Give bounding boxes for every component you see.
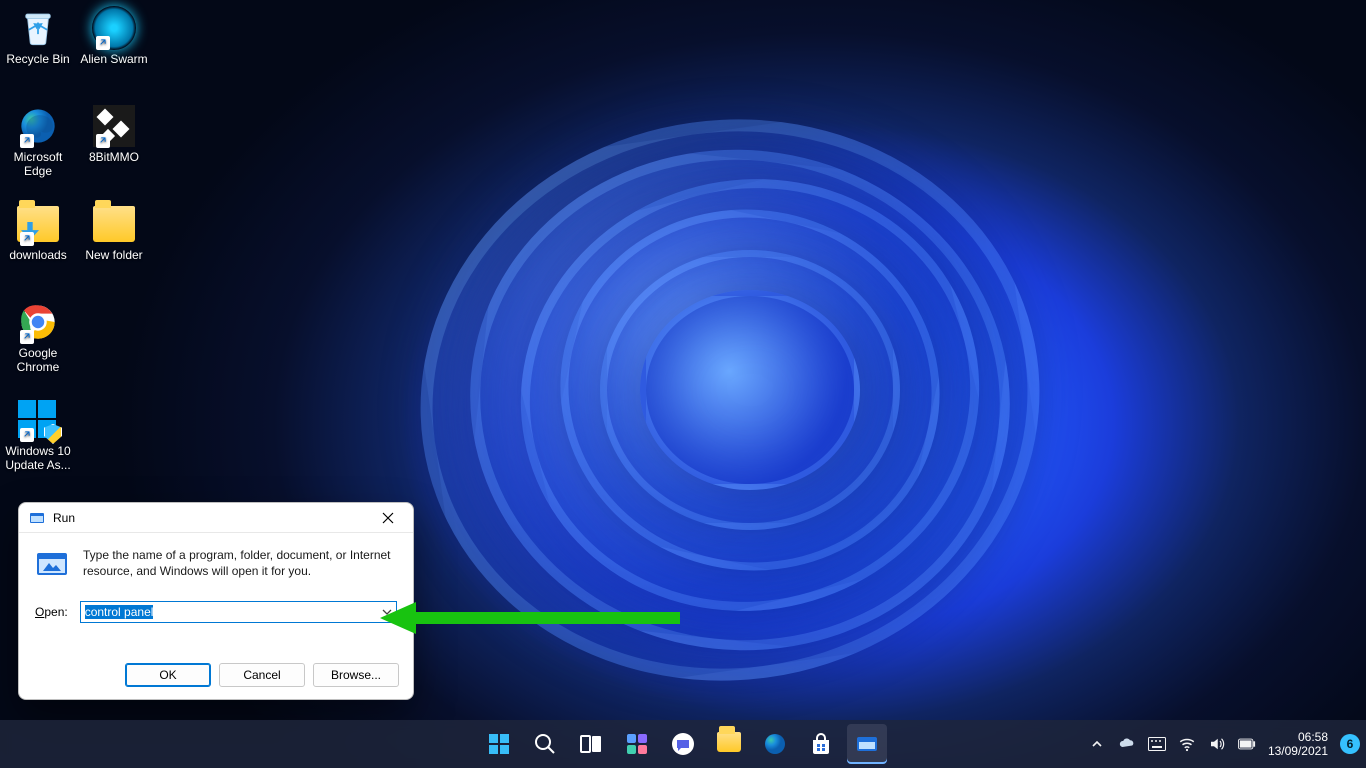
desktop-icon-label: Microsoft Edge xyxy=(0,150,76,178)
widgets-button[interactable] xyxy=(617,724,657,764)
desktop-icon-alien-swarm[interactable]: Alien Swarm xyxy=(76,6,152,66)
desktop-icon-recycle-bin[interactable]: Recycle Bin xyxy=(0,6,76,66)
windows-logo-icon xyxy=(487,732,511,756)
desktop-icon-ms-edge[interactable]: Microsoft Edge xyxy=(0,104,76,178)
run-taskbar-button[interactable] xyxy=(847,724,887,764)
browse-button[interactable]: Browse... xyxy=(313,663,399,687)
chat-icon xyxy=(671,732,695,756)
wallpaper-shape xyxy=(527,174,974,605)
desktop-icon-label: New folder xyxy=(76,248,152,262)
alien-swarm-icon xyxy=(90,6,138,50)
folder-icon xyxy=(14,202,62,246)
open-label: Open: xyxy=(35,605,68,619)
clock[interactable]: 06:58 13/09/2021 xyxy=(1268,730,1328,758)
taskbar[interactable]: 06:58 13/09/2021 6 xyxy=(0,720,1366,768)
desktop-icon-label: Alien Swarm xyxy=(76,52,152,66)
run-dialog[interactable]: Run Type the name of a program, folder, … xyxy=(18,502,414,700)
edge-button[interactable] xyxy=(755,724,795,764)
file-explorer-icon xyxy=(717,732,741,756)
edge-icon xyxy=(763,732,787,756)
chevron-down-icon[interactable] xyxy=(380,604,394,620)
keyboard-layout-icon[interactable] xyxy=(1148,735,1166,753)
desktop-icon-label: Windows 10 Update As... xyxy=(0,444,76,472)
chat-button[interactable] xyxy=(663,724,703,764)
task-view-icon xyxy=(579,732,603,756)
desktop-icon-label: Recycle Bin xyxy=(0,52,76,66)
8bitmmo-icon xyxy=(90,104,138,148)
desktop-icon-chrome[interactable]: Google Chrome xyxy=(0,300,76,374)
store-button[interactable] xyxy=(801,724,841,764)
open-input[interactable] xyxy=(80,601,397,623)
widgets-icon xyxy=(625,732,649,756)
wifi-icon[interactable] xyxy=(1178,735,1196,753)
wallpaper-shape xyxy=(640,290,860,490)
volume-icon[interactable] xyxy=(1208,735,1226,753)
recycle-bin-icon xyxy=(14,6,62,50)
run-title-icon xyxy=(29,510,45,526)
run-icon xyxy=(855,732,879,756)
desktop-icon-win10-update-assistant[interactable]: Windows 10 Update As... xyxy=(0,398,76,472)
cancel-button[interactable]: Cancel xyxy=(219,663,305,687)
run-titlebar[interactable]: Run xyxy=(19,503,413,533)
annotation-arrow xyxy=(380,598,680,638)
search-icon xyxy=(533,732,557,756)
battery-icon[interactable] xyxy=(1238,735,1256,753)
chrome-icon xyxy=(14,300,62,344)
open-combobox[interactable] xyxy=(80,601,397,623)
close-icon xyxy=(382,512,394,524)
notification-badge[interactable]: 6 xyxy=(1340,734,1360,754)
desktop-icon-label: Google Chrome xyxy=(0,346,76,374)
folder-icon xyxy=(90,202,138,246)
task-view-button[interactable] xyxy=(571,724,611,764)
desktop-icon-downloads[interactable]: downloads xyxy=(0,202,76,262)
wallpaper-shape xyxy=(384,80,1076,721)
wallpaper-shape xyxy=(600,250,900,530)
desktop-icon-8bitmmo[interactable]: 8BitMMO xyxy=(76,104,152,164)
run-title: Run xyxy=(53,511,371,525)
tray-overflow-button[interactable] xyxy=(1088,735,1106,753)
store-icon xyxy=(809,732,833,756)
search-button[interactable] xyxy=(525,724,565,764)
desktop-icon-new-folder[interactable]: New folder xyxy=(76,202,152,262)
system-tray[interactable]: 06:58 13/09/2021 6 xyxy=(1088,720,1360,768)
edge-icon xyxy=(14,104,62,148)
run-description: Type the name of a program, folder, docu… xyxy=(83,547,397,581)
close-button[interactable] xyxy=(371,506,405,530)
desktop-icon-label: downloads xyxy=(0,248,76,262)
desktop-icon-label: 8BitMMO xyxy=(76,150,152,164)
tray-date: 13/09/2021 xyxy=(1268,744,1328,758)
run-dialog-icon xyxy=(35,547,69,581)
start-button[interactable] xyxy=(479,724,519,764)
wallpaper-shape xyxy=(445,123,1034,677)
onedrive-icon[interactable] xyxy=(1118,735,1136,753)
tray-time: 06:58 xyxy=(1268,730,1328,744)
ok-button[interactable]: OK xyxy=(125,663,211,687)
file-explorer-button[interactable] xyxy=(709,724,749,764)
windows-update-assistant-icon xyxy=(14,398,62,442)
wallpaper-shape xyxy=(475,131,1025,660)
